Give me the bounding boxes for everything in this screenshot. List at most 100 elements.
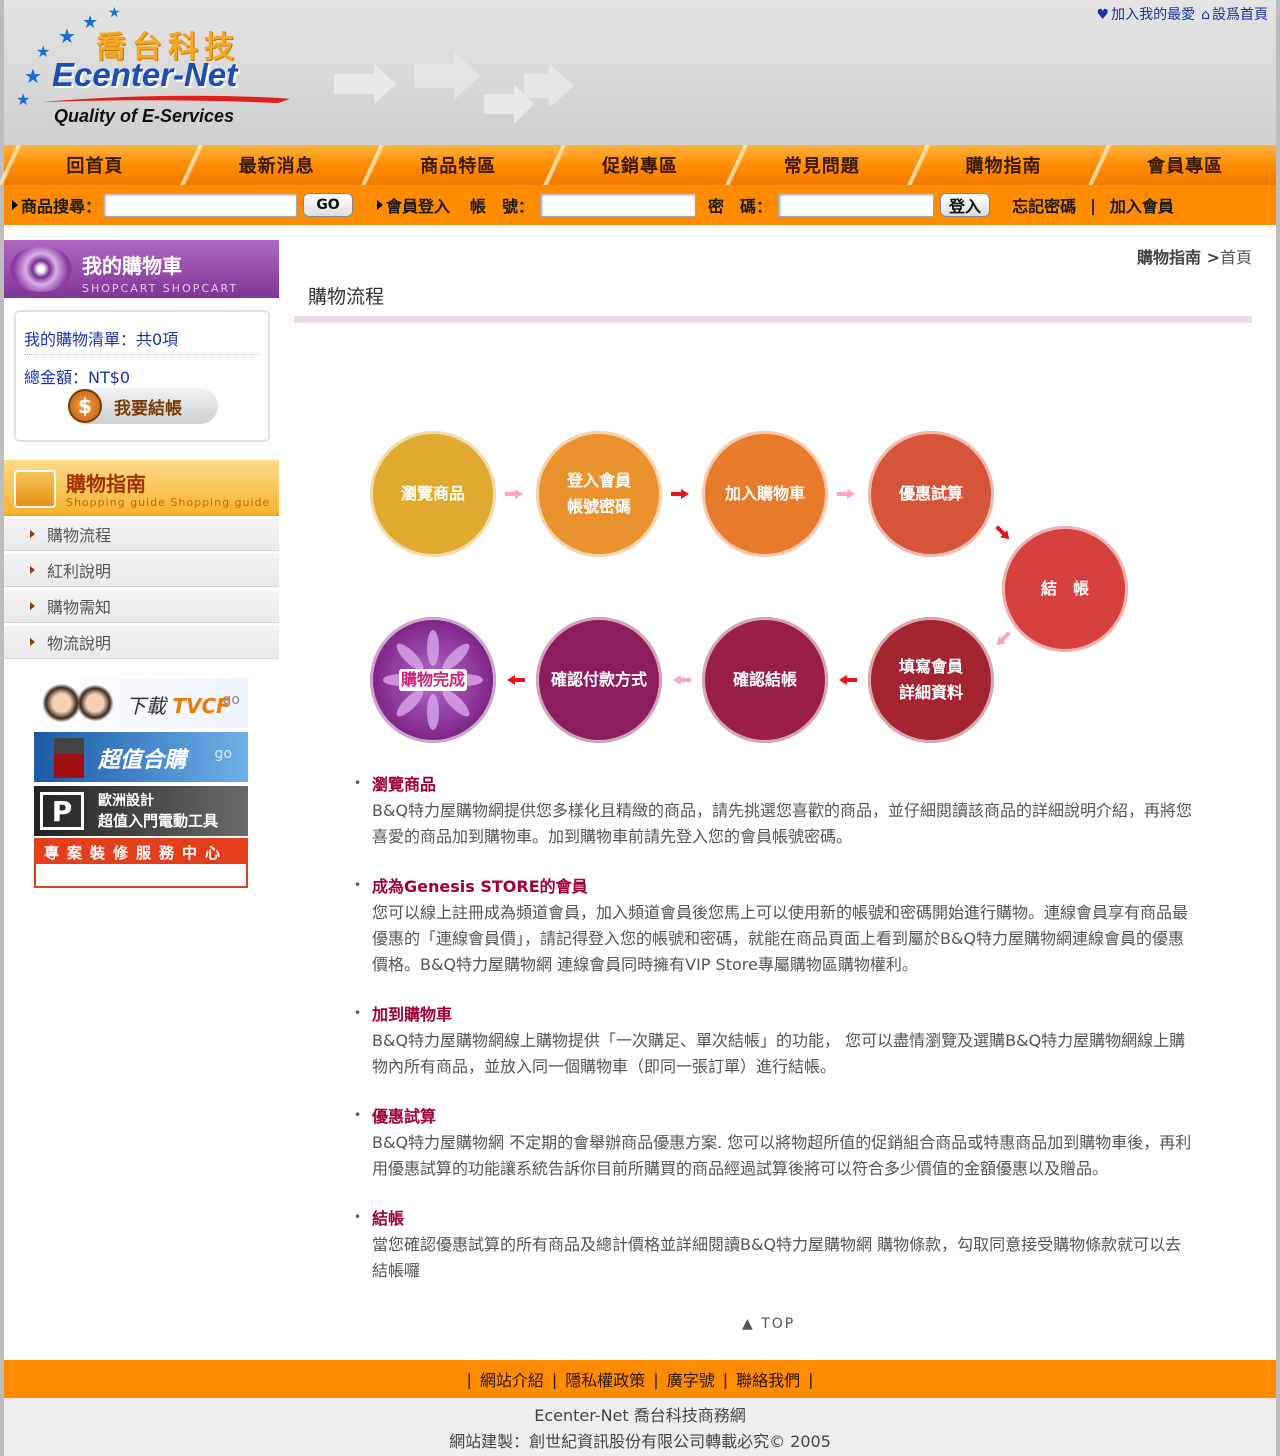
banner-euro-line1: 歐洲設計 <box>98 793 154 809</box>
flow-step-confirm-checkout: 確認結帳 <box>702 617 828 743</box>
breadcrumb-section[interactable]: 購物指南 <box>1137 248 1201 267</box>
search-input[interactable] <box>103 193 298 217</box>
flow-step-label: 優惠試算 <box>898 484 963 503</box>
banner-tvcf[interactable]: 下載 TVCF go <box>34 678 248 728</box>
triangle-icon <box>30 530 35 538</box>
bullet-icon: • <box>354 776 362 790</box>
join-member-link[interactable]: 加入會員 <box>1110 193 1174 217</box>
sidebar-item-shopping-flow[interactable]: 購物流程 <box>4 518 279 551</box>
banner-renovation-center[interactable]: 專案裝修服務中心 <box>34 838 248 888</box>
triangle-icon <box>30 638 35 646</box>
list-item: • 優惠試算 B&Q特力屋購物網 不定期的會舉辦商品優惠方案. 您可以將物超所值… <box>354 1104 1194 1182</box>
gift-box-icon <box>14 470 56 508</box>
footer-separator: | <box>466 1369 472 1389</box>
item-text: B&Q特力屋購物網線上購物提供「一次購足、單次結帳」的功能， 您可以盡情瀏覽及選… <box>372 1031 1186 1076</box>
flow-step-fill-details: 填寫會員 詳細資料 <box>868 617 994 743</box>
checkout-button[interactable]: $ 我要結帳 <box>68 388 218 424</box>
search-go-button[interactable]: GO <box>303 193 354 217</box>
divider <box>24 354 260 355</box>
footer: Ecenter-Net 喬台科技商務網 網站建製：創世紀資訊股份有限公司轉載必究… <box>4 1398 1276 1456</box>
item-title: 優惠試算 <box>372 1107 437 1126</box>
item-text: 當您確認優惠試算的所有商品及總計價格並詳細閱讀B&Q特力屋購物網 購物條款，勾取… <box>372 1235 1182 1280</box>
sidebar-item-logistics[interactable]: 物流說明 <box>4 626 279 659</box>
decorative-arrows-icon <box>334 52 574 124</box>
flow-step-add-cart: 加入購物車 <box>702 431 828 557</box>
forgot-password-link[interactable]: 忘記密碼 <box>1012 193 1076 217</box>
footer-link-license[interactable]: 廣字號 <box>667 1367 715 1391</box>
footer-separator: | <box>808 1369 814 1389</box>
banner-pro-text: 專案裝修服務中心 <box>36 840 246 864</box>
star-icon: ★ <box>36 42 51 61</box>
triangle-icon <box>30 602 35 610</box>
password-input[interactable] <box>778 193 935 217</box>
shopcart-header: 我的購物車 SHOPCART SHOPCART <box>4 240 279 298</box>
footer-link-about[interactable]: 網站介紹 <box>480 1367 544 1391</box>
login-button[interactable]: 登入 <box>940 193 991 217</box>
lamp-icon <box>54 738 84 778</box>
star-icon: ★ <box>16 90 31 109</box>
checkout-label: 我要結帳 <box>114 398 182 419</box>
nav-promotions[interactable]: 促銷專區 <box>535 145 731 185</box>
item-text: B&Q特力屋購物網提供您多樣化且精緻的商品，請先挑選您喜歡的商品，並仔細閱讀該商… <box>372 801 1193 846</box>
title-divider <box>294 316 1252 323</box>
logo-english-name: Ecenter-Net <box>52 56 238 93</box>
star-icon: ★ <box>58 24 76 48</box>
banner-tvcf-download: 下載 <box>126 694 166 718</box>
flow-step-browse: 瀏覽商品 <box>370 431 496 557</box>
page-title: 購物流程 <box>308 286 385 308</box>
sidebar-item-label: 紅利說明 <box>47 562 112 581</box>
shopcart-title: 我的購物車 <box>82 254 182 278</box>
nav-home-label: 回首頁 <box>66 156 124 177</box>
breadcrumb-page[interactable]: 首頁 <box>1220 248 1252 267</box>
flow-step-label: 確認結帳 <box>732 670 797 689</box>
main-nav: 回首頁 最新消息 商品特區 促銷專區 常見問題 購物指南 會員專區 <box>0 145 1276 185</box>
nav-products-label: 商品特區 <box>420 156 497 177</box>
top-links: ♥ 加入我的最愛 ⌂ 設爲首頁 <box>1097 4 1268 24</box>
footer-link-privacy[interactable]: 隱私權政策 <box>565 1367 645 1391</box>
breadcrumb: 購物指南 >首頁 <box>1137 244 1252 268</box>
flow-step-complete: 購物完成 <box>370 617 496 743</box>
nav-products[interactable]: 商品特區 <box>353 145 549 185</box>
back-to-top-link[interactable]: ▲ TOP <box>742 1316 795 1332</box>
item-text: 您可以線上註冊成為頻道會員，加入頻道會員後您馬上可以使用新的帳號和密碼開始進行購… <box>372 903 1189 974</box>
banner-super-deal[interactable]: 超值合購 go <box>34 732 248 782</box>
frame-right-border <box>1276 0 1280 1456</box>
site-logo[interactable]: ★ ★ ★ ★ ★ ★ 喬台科技 Ecenter-Net Quality of … <box>12 0 292 140</box>
bullet-icon: • <box>354 1108 362 1122</box>
footer-links: | 網站介紹 | 隱私權政策 | 廣字號 | 聯絡我們 | <box>4 1360 1276 1398</box>
nav-home[interactable]: 回首頁 <box>0 145 186 185</box>
shopcart-box: 我的購物清單：共0項 總金額：NT$0 $ 我要結帳 <box>14 310 270 442</box>
nav-member-area[interactable]: 會員專區 <box>1080 145 1276 185</box>
sidebar-item-shopping-notes[interactable]: 購物需知 <box>4 590 279 623</box>
nav-shopping-guide[interactable]: 購物指南 <box>898 145 1095 185</box>
flow-step-label: 購物完成 <box>400 670 465 689</box>
logo-tagline: Quality of E-Services <box>54 106 235 126</box>
set-homepage-link[interactable]: ⌂ 設爲首頁 <box>1201 4 1268 24</box>
star-icon: ★ <box>108 5 121 21</box>
add-favorite-link[interactable]: ♥ 加入我的最愛 <box>1097 4 1196 24</box>
nav-faq[interactable]: 常見問題 <box>716 145 913 185</box>
footer-link-contact[interactable]: 聯絡我們 <box>736 1367 800 1391</box>
sidebar-item-bonus-info[interactable]: 紅利說明 <box>4 554 279 587</box>
flow-step-discount-calc: 優惠試算 <box>868 431 994 557</box>
banner-tvcf-text: 下載 TVCF <box>126 690 230 719</box>
nav-news[interactable]: 最新消息 <box>171 145 368 185</box>
flow-step-label: 登入會員 <box>566 471 631 490</box>
shopping-flow-diagram: 瀏覽商品 登入會員 帳號密碼 加入購物車 優惠試算 結 帳 填寫會員 詳細資料 確認… <box>294 388 1252 768</box>
banner-euro-tools[interactable]: P 歐洲設計 超值入門電動工具 <box>34 786 248 836</box>
banner-go-label: go <box>214 746 232 762</box>
shopcart-subtitle: SHOPCART SHOPCART <box>82 282 239 295</box>
list-item: • 結帳 當您確認優惠試算的所有商品及總計價格並詳細閱讀B&Q特力屋購物網 購物… <box>354 1206 1194 1284</box>
cart-list-count[interactable]: 我的購物清單：共0項 <box>24 326 178 350</box>
banner-euro-line2: 超值入門電動工具 <box>98 812 219 830</box>
account-input[interactable] <box>540 193 697 217</box>
arrow-down-right-icon <box>995 525 1010 540</box>
faces-image <box>38 680 122 726</box>
flow-step-label: 填寫會員 <box>898 657 963 676</box>
flow-step-label-line2: 帳號密碼 <box>566 497 631 516</box>
star-icon: ★ <box>24 64 42 88</box>
arrow-left-icon <box>507 675 525 685</box>
link-separator: | <box>1090 195 1096 215</box>
item-title: 結帳 <box>372 1209 405 1228</box>
nav-member-area-label: 會員專區 <box>1147 156 1224 177</box>
